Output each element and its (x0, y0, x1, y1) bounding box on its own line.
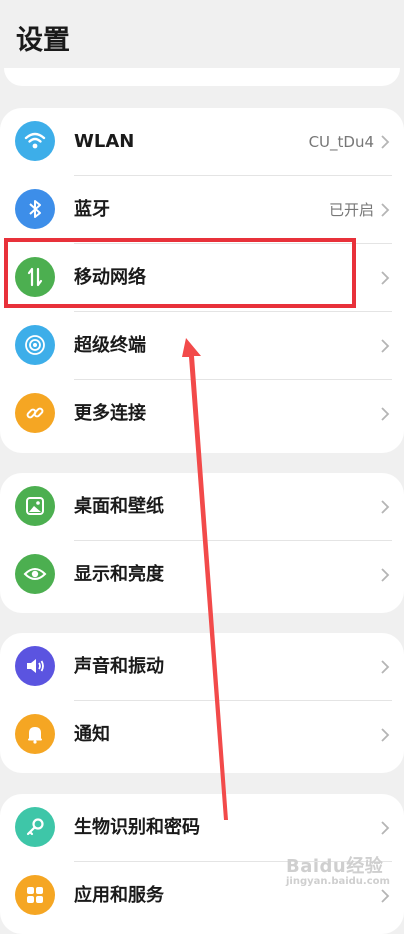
annotation-arrow (182, 338, 228, 820)
watermark-text: Baidu经验 (286, 856, 384, 877)
baidu-watermark: Baidu经验 jingyan.baidu.com (286, 852, 390, 887)
watermark-subtext: jingyan.baidu.com (286, 876, 390, 887)
